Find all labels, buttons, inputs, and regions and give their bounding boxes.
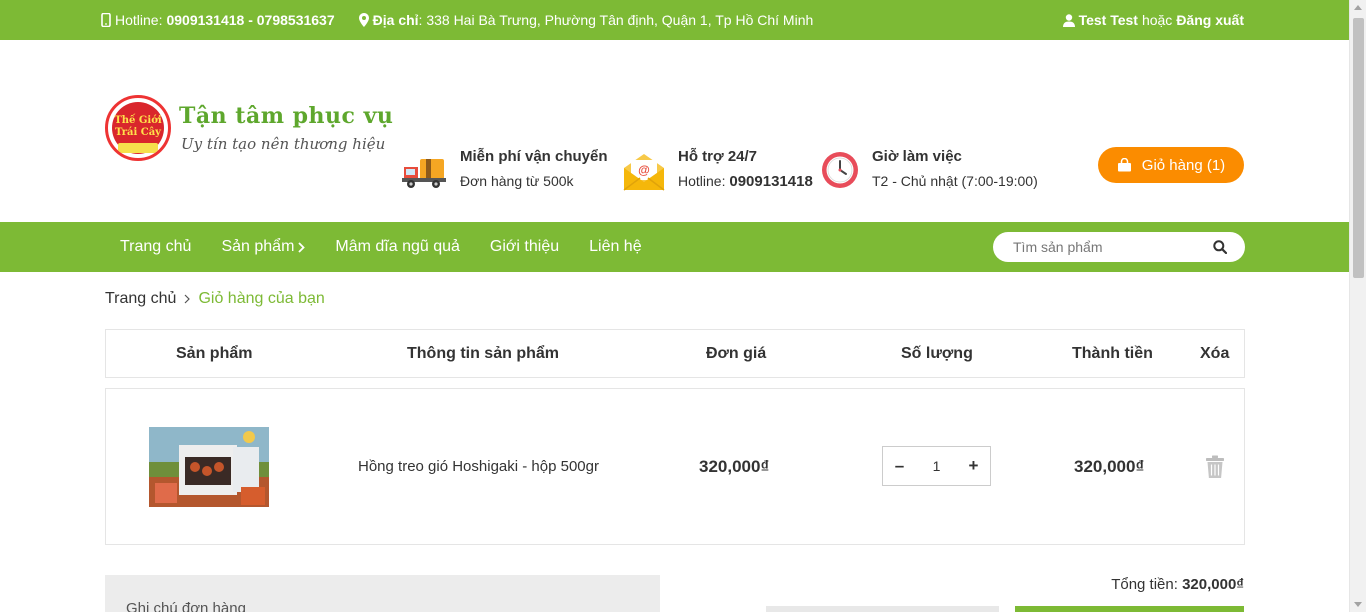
top-bar: Hotline: 0909131418 - 0798531637 Địa chỉ… [0, 0, 1349, 40]
shopping-bag-icon [1117, 158, 1131, 172]
nav-item-products[interactable]: Sản phẩm [206, 238, 320, 256]
feature-hours: Giờ làm việc T2 - Chủ nhật (7:00-19:00) [820, 148, 1038, 190]
column-header-quantity: Số lượng [901, 345, 973, 362]
phone-icon [101, 13, 111, 27]
scroll-up-arrow[interactable] [1354, 5, 1362, 10]
search-icon[interactable] [1213, 240, 1227, 254]
cart-row: Hồng treo gió Hoshigaki - hộp 500gr 320,… [105, 388, 1245, 545]
logo[interactable]: Thế Giới Trái Cây Tận tâm phục vụ Uy tín… [105, 95, 393, 161]
cart-total: Tổng tiền: 320,000₫ [1111, 576, 1244, 593]
sub-slogan: Uy tín tạo nên thương hiệu [181, 135, 386, 153]
map-marker-icon [358, 13, 369, 27]
clock-icon [822, 152, 858, 188]
breadcrumb-home[interactable]: Trang chủ [105, 290, 176, 308]
delete-button[interactable] [1205, 455, 1225, 482]
scrollbar-thumb[interactable] [1353, 18, 1364, 278]
user-name-link[interactable]: Test Test [1079, 12, 1138, 28]
logo-badge: Thế Giới Trái Cây [105, 95, 171, 161]
quantity-decrease-button[interactable]: – [883, 456, 916, 476]
quantity-input[interactable] [916, 458, 957, 474]
feature-hotline-label: Hotline: [678, 173, 726, 189]
feature-support: @ Hỗ trợ 24/7 Hotline: 0909131418 [622, 148, 813, 194]
feature-hotline-value[interactable]: 0909131418 [729, 173, 812, 190]
feature-subtitle: T2 - Chủ nhật (7:00-19:00) [872, 173, 1038, 189]
line-subtotal: 320,000₫ [1074, 457, 1145, 476]
order-note-box[interactable]: Ghi chú đơn hàng [105, 575, 660, 612]
column-header-subtotal: Thành tiền [1072, 345, 1153, 362]
feature-free-shipping: Miễn phí vận chuyển Đơn hàng từ 500k [402, 148, 608, 194]
address-value: : 338 Hai Bà Trưng, Phường Tân định, Quậ… [418, 12, 814, 28]
truck-icon [402, 159, 446, 188]
product-name[interactable]: Hồng treo gió Hoshigaki - hộp 500gr [358, 458, 599, 475]
address: Địa chỉ: 338 Hai Bà Trưng, Phường Tân đị… [358, 12, 814, 28]
page-scrollbar[interactable] [1349, 0, 1366, 612]
breadcrumb-current: Giỏ hàng của bạn [198, 290, 325, 307]
quantity-stepper: – + [882, 446, 991, 486]
hotline: Hotline: 0909131418 - 0798531637 [101, 12, 335, 28]
feature-title: Giờ làm việc [872, 148, 962, 165]
logout-link[interactable]: Đăng xuất [1176, 12, 1244, 28]
nav-item-contact[interactable]: Liên hệ [574, 238, 657, 256]
checkout-button[interactable] [1015, 606, 1244, 612]
column-header-product-info: Thông tin sản phẩm [407, 345, 559, 362]
cart-button-label: Giỏ hàng (1) [1141, 156, 1226, 174]
continue-shopping-button[interactable] [766, 606, 999, 612]
order-note-label: Ghi chú đơn hàng [126, 600, 246, 612]
search-box [993, 232, 1245, 262]
chevron-right-icon [185, 294, 191, 304]
page: Hotline: 0909131418 - 0798531637 Địa chỉ… [0, 0, 1349, 612]
hotline-label: Hotline: [115, 12, 163, 28]
chevron-right-icon [298, 241, 306, 253]
feature-title: Miễn phí vận chuyển [460, 148, 608, 165]
unit-price: 320,000₫ [699, 457, 770, 476]
account-links: Test Test hoặc Đăng xuất [1062, 12, 1244, 28]
cart-table-header: Sản phẩm Thông tin sản phẩm Đơn giá Số l… [105, 329, 1245, 378]
cart-button[interactable]: Giỏ hàng (1) [1098, 147, 1244, 183]
logo-line-2: Trái Cây [115, 127, 161, 138]
header: Thế Giới Trái Cây Tận tâm phục vụ Uy tín… [0, 40, 1349, 222]
hotline-value[interactable]: 0909131418 - 0798531637 [166, 12, 334, 28]
logo-line-1: Thế Giới [114, 115, 162, 126]
column-header-product: Sản phẩm [176, 345, 253, 362]
total-label: Tổng tiền: [1111, 576, 1178, 593]
product-image[interactable] [149, 427, 269, 507]
svg-text:@: @ [638, 163, 650, 177]
search-input[interactable] [993, 239, 1193, 255]
main-nav: Trang chủ Sản phẩm Mâm dĩa ngũ quả Giới … [0, 222, 1349, 272]
total-value: 320,000₫ [1182, 576, 1244, 593]
breadcrumb: Trang chủ Giỏ hàng của bạn [105, 290, 325, 308]
or-text: hoặc [1141, 12, 1173, 28]
nav-item-fruit-trays[interactable]: Mâm dĩa ngũ quả [320, 238, 475, 256]
nav-item-home[interactable]: Trang chủ [105, 238, 206, 256]
nav-item-products-label: Sản phẩm [221, 238, 295, 255]
feature-subtitle: Đơn hàng từ 500k [460, 173, 574, 189]
address-label: Địa chỉ [372, 12, 419, 28]
nav-item-about[interactable]: Giới thiệu [475, 238, 574, 256]
user-icon [1062, 13, 1075, 27]
quantity-increase-button[interactable]: + [957, 456, 990, 476]
column-header-delete: Xóa [1200, 345, 1230, 362]
mail-icon: @ [623, 154, 665, 191]
trash-icon [1206, 455, 1224, 478]
feature-title: Hỗ trợ 24/7 [678, 148, 758, 165]
slogan: Tận tâm phục vụ [179, 103, 394, 129]
scroll-down-arrow[interactable] [1354, 602, 1362, 607]
column-header-unit-price: Đơn giá [706, 345, 767, 362]
